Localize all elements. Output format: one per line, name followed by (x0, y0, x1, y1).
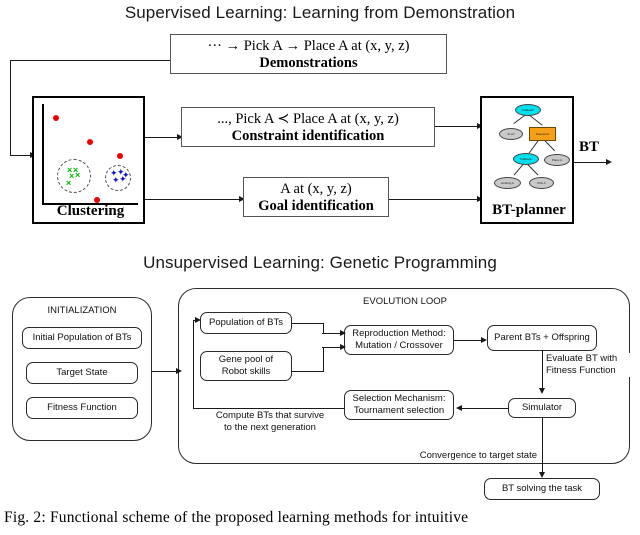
bt-planner-panel: Fallback At A? Sequence Fallback Place A… (480, 96, 574, 224)
simulator-box[interactable]: Simulator (508, 398, 576, 418)
survive-line2: to the next generation (224, 421, 316, 433)
arrow-population-to-reproduction-icon (340, 329, 346, 336)
arrow-parent-to-simulator-icon (538, 388, 545, 394)
gene-pool-line2: Robot skills (221, 366, 271, 377)
constraint-label: Constraint identification (231, 127, 385, 144)
target-state-box[interactable]: Target State (26, 362, 138, 384)
tree-node-action-pick: Pick A (529, 177, 554, 189)
green-x-marker: × (75, 170, 81, 180)
connector-demo-left (10, 60, 12, 156)
goal-label: Goal identification (258, 197, 374, 214)
figure-canvas: Supervised Learning: Learning from Demon… (0, 0, 640, 535)
connector-population-in (322, 333, 342, 335)
tree-node-fallback: Fallback (513, 153, 539, 165)
result-bt-box[interactable]: BT solving the task (484, 478, 600, 500)
reproduction-line2: Mutation / Crossover (355, 340, 443, 351)
convergence-label: Convergence to target state (413, 450, 537, 462)
connector-init-to-loop (152, 371, 178, 373)
selection-line1: Selection Mechanism: (352, 393, 446, 405)
green-x-marker: × (66, 178, 72, 188)
reproduction-method-box[interactable]: Reproduction Method: Mutation / Crossove… (344, 325, 454, 355)
connector-genepool-up (322, 347, 324, 371)
tree-node-root: Fallback (515, 104, 541, 116)
connector-demo-into-clustering (10, 155, 32, 157)
arrow-loopback-to-population-icon (195, 316, 201, 323)
connector-convergence (541, 418, 543, 475)
connector-genepool-in (322, 347, 342, 349)
connector-reproduction-to-parent (454, 340, 483, 342)
constraint-identification-box: ..., Pick A ≺ Place A at (x, y, z) Const… (181, 107, 435, 147)
fitness-function-box[interactable]: Fitness Function (26, 397, 138, 419)
demonstrations-box: ··· → Pick A → Place A at (x, y, z) Demo… (170, 34, 447, 74)
outlier-dot (87, 139, 93, 145)
evaluate-line1: Evaluate BT with (546, 353, 618, 364)
evolution-loop-label: EVOLUTION LOOP (363, 296, 447, 307)
parent-offspring-box[interactable]: Parent BTs + Offspring (487, 325, 597, 351)
connector-genepool-out (292, 371, 324, 373)
connector-demo-top (10, 60, 172, 62)
selection-line2: Tournament selection (353, 405, 445, 416)
connector-simulator-to-selection (462, 408, 509, 410)
initialization-label: INITIALIZATION (47, 305, 117, 316)
population-of-bts-box[interactable]: Population of BTs (200, 312, 292, 334)
survive-line1: Compute BTs that survive (215, 410, 325, 421)
constraint-expression: ..., Pick A ≺ Place A at (x, y, z) (217, 111, 399, 127)
blue-star-marker: ✦ (122, 171, 130, 181)
tree-node-condition: At A? (499, 128, 523, 140)
connector-constraint-to-planner (435, 126, 479, 128)
goal-identification-box: A at (x, y, z) Goal identification (243, 177, 389, 217)
reproduction-line1: Reproduction Method: (352, 328, 446, 340)
arrow-planner-output-icon (606, 158, 612, 165)
goal-expression: A at (x, y, z) (280, 181, 352, 197)
figure-caption: Fig. 2: Functional scheme of the propose… (4, 509, 469, 526)
arrow-reproduction-to-parent-icon (481, 336, 487, 343)
outlier-dot (53, 115, 59, 121)
unsupervised-section-title: Unsupervised Learning: Genetic Programmi… (143, 253, 497, 272)
connector-goal-to-planner (389, 199, 479, 201)
arrow-convergence-icon (538, 472, 545, 478)
tree-edge (513, 163, 524, 176)
tree-node-action-place: Place A (544, 154, 570, 166)
connector-planner-output (574, 162, 608, 164)
evaluate-bt-label: Evaluate BT with Fitness Function (546, 353, 638, 377)
clustering-panel-label: Clustering (56, 203, 125, 219)
bt-output-label: BT (579, 139, 600, 155)
tree-edge (527, 164, 539, 176)
survive-label: Compute BTs that survive to the next gen… (196, 410, 344, 434)
tree-node-condition-holding: Holding A (494, 177, 521, 189)
outlier-dot (117, 153, 123, 159)
supervised-section-title: Supervised Learning: Learning from Demon… (124, 3, 516, 22)
initial-population-box[interactable]: Initial Population of BTs (22, 327, 142, 349)
tree-edge (529, 115, 543, 126)
bt-planner-label: BT-planner (492, 202, 566, 218)
connector-cluster-to-constraint (145, 137, 179, 139)
tree-node-sequence: Sequence (529, 127, 556, 141)
scatter-y-axis (42, 104, 44, 205)
connector-population-out (292, 323, 324, 325)
demonstrations-expression: ··· → Pick A → Place A at (x, y, z) (207, 38, 410, 54)
connector-parent-to-simulator (541, 351, 543, 389)
evaluate-line2: Fitness Function (546, 364, 616, 376)
clustering-panel: × × × × × ✦ ✦ ✦ ✦ ✦ Clustering (32, 96, 145, 224)
gene-pool-box[interactable]: Gene pool of Robot skills (200, 351, 292, 381)
arrow-genepool-to-reproduction-icon (340, 343, 346, 350)
gene-pool-line1: Gene pool of (218, 354, 274, 366)
arrow-init-to-loop-icon (176, 367, 182, 374)
connector-cluster-to-goal (145, 199, 241, 201)
arrow-simulator-to-selection-icon (456, 404, 462, 411)
selection-mechanism-box[interactable]: Selection Mechanism: Tournament selectio… (344, 390, 454, 420)
demonstrations-label: Demonstrations (259, 54, 358, 71)
behavior-tree-diagram: Fallback At A? Sequence Fallback Place A… (482, 98, 576, 201)
clustering-scatter-plot: × × × × × ✦ ✦ ✦ ✦ ✦ (42, 104, 138, 205)
connector-loopback-up (193, 320, 195, 408)
